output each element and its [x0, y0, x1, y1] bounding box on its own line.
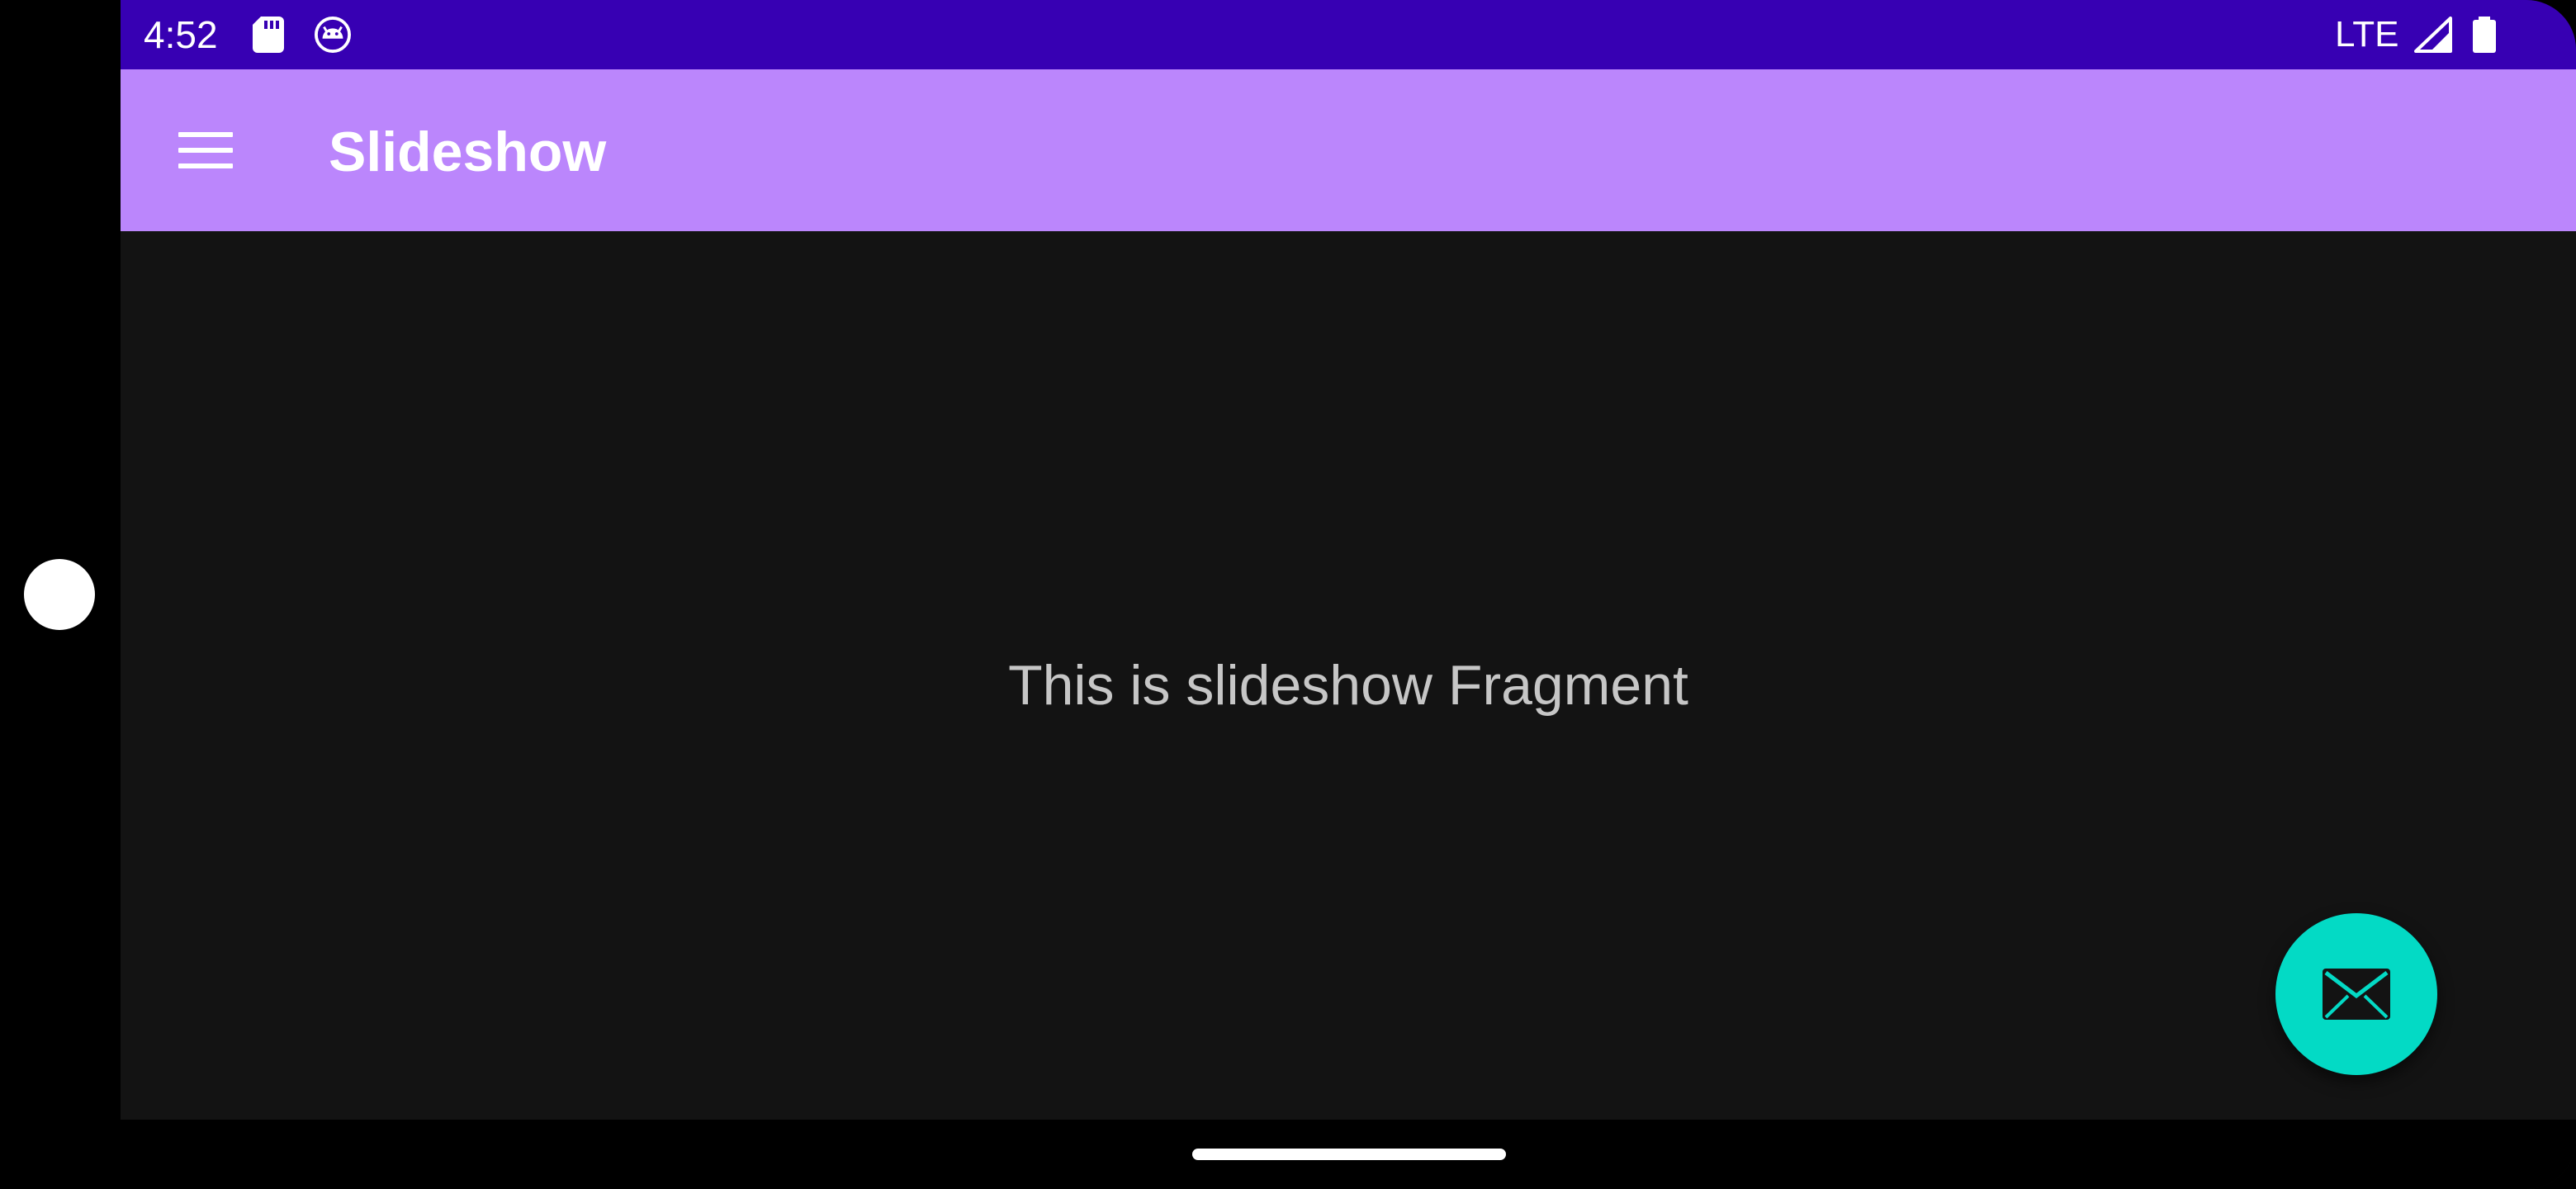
fragment-content: This is slideshow Fragment: [121, 231, 2576, 1120]
display-cutout: [0, 0, 121, 1189]
menu-icon: [178, 132, 233, 168]
navigation-drawer-button[interactable]: [154, 106, 243, 195]
email-icon: [2323, 969, 2390, 1020]
network-type: LTE: [2335, 14, 2399, 54]
android-debug-icon: [315, 17, 351, 53]
app-screen: 4:52 LTE Slideshow This is slideshow Fra…: [121, 0, 2576, 1189]
device-frame: 4:52 LTE Slideshow This is slideshow Fra…: [0, 0, 2576, 1189]
gesture-navigation-bar: [121, 1120, 2576, 1189]
app-bar: Slideshow: [121, 69, 2576, 231]
status-time: 4:52: [144, 13, 218, 56]
sd-card-icon: [253, 17, 284, 53]
signal-icon: [2414, 17, 2452, 53]
status-bar: 4:52 LTE: [121, 0, 2576, 69]
fragment-text: This is slideshow Fragment: [1008, 654, 1688, 717]
email-fab-button[interactable]: [2275, 913, 2437, 1075]
page-title: Slideshow: [329, 121, 607, 183]
battery-icon: [2473, 17, 2496, 53]
home-handle[interactable]: [1192, 1149, 1506, 1160]
camera-dot: [24, 559, 95, 630]
